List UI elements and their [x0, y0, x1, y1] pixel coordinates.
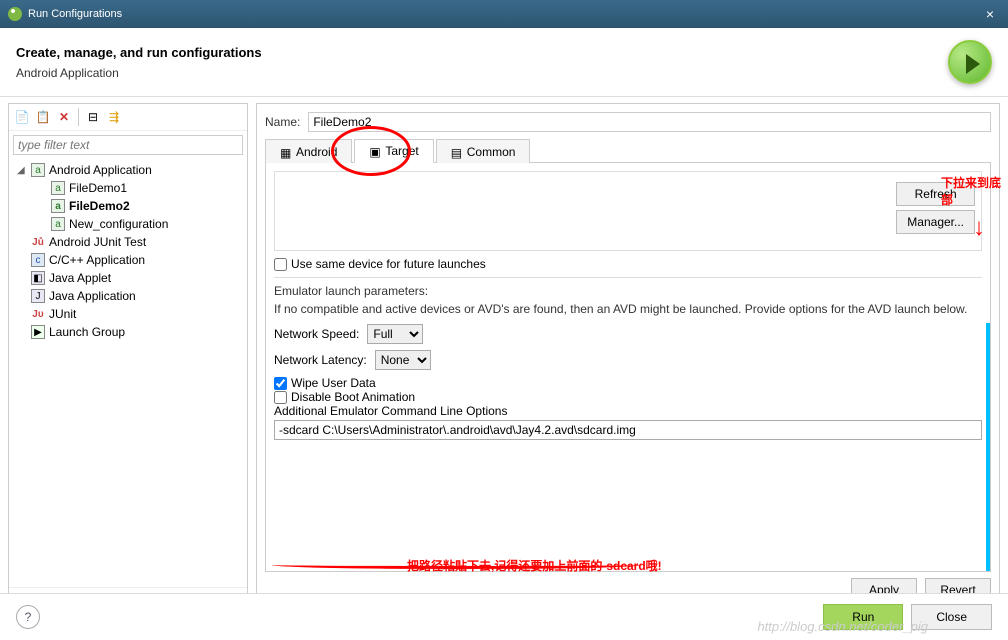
- tree-item-junit[interactable]: JυJUnit: [11, 305, 245, 323]
- network-latency-label: Network Latency:: [274, 353, 367, 367]
- android-icon: ▦: [280, 146, 292, 158]
- tree-label: Android JUnit Test: [49, 235, 146, 249]
- tree-label: Android Application: [49, 163, 152, 177]
- refresh-button[interactable]: Refresh: [896, 182, 975, 206]
- tree-label: New_configuration: [69, 217, 168, 231]
- tab-label: Target: [385, 144, 418, 158]
- use-same-device-checkbox[interactable]: [274, 258, 287, 271]
- target-icon: ▣: [369, 145, 381, 157]
- duplicate-icon[interactable]: 📋: [34, 108, 52, 126]
- tree-item-filedemo2[interactable]: aFileDemo2: [11, 197, 245, 215]
- tab-common[interactable]: ▤ Common: [436, 139, 531, 163]
- wipe-user-data-checkbox[interactable]: [274, 377, 287, 390]
- close-icon[interactable]: ×: [980, 6, 1000, 22]
- header-title: Create, manage, and run configurations: [16, 45, 262, 60]
- tree-item-filedemo1[interactable]: aFileDemo1: [11, 179, 245, 197]
- content-panel: Name: ▦ Android ▣ Target ▤ Common Refresh M…: [256, 103, 1000, 611]
- disable-boot-anim-label: Disable Boot Animation: [291, 390, 415, 404]
- watermark: http://blog.csdn.net/coder_pig: [757, 619, 928, 634]
- annotation-underline: [272, 561, 642, 569]
- tree-item-android-app[interactable]: ◢aAndroid Application: [11, 161, 245, 179]
- new-config-icon[interactable]: 📄: [13, 108, 31, 126]
- tree-item-java-app[interactable]: JJava Application: [11, 287, 245, 305]
- tree-label: FileDemo1: [69, 181, 127, 195]
- filter-icon[interactable]: ⇶: [105, 108, 123, 126]
- network-speed-label: Network Speed:: [274, 327, 359, 341]
- scrollbar-indicator[interactable]: [986, 323, 991, 572]
- emulator-params-title: Emulator launch parameters:: [274, 284, 982, 298]
- tab-target[interactable]: ▣ Target: [354, 139, 433, 163]
- use-same-device-label: Use same device for future launches: [291, 257, 486, 271]
- network-latency-select[interactable]: None: [375, 350, 431, 370]
- cmd-options-label: Additional Emulator Command Line Options: [274, 404, 982, 418]
- dialog-header: Create, manage, and run configurations A…: [0, 28, 1008, 97]
- tree-item-new-config[interactable]: aNew_configuration: [11, 215, 245, 233]
- delete-icon[interactable]: ✕: [55, 108, 73, 126]
- tab-label: Common: [467, 145, 516, 159]
- tree-item-cpp-app[interactable]: cC/C++ Application: [11, 251, 245, 269]
- run-icon-large: [948, 40, 992, 84]
- config-name-input[interactable]: [308, 112, 991, 132]
- help-button[interactable]: ?: [16, 605, 40, 629]
- titlebar: Run Configurations ×: [0, 0, 1008, 28]
- tab-label: Android: [296, 145, 337, 159]
- filter-input[interactable]: [13, 135, 243, 155]
- sidebar: 📄 📋 ✕ ⊟ ⇶ ◢aAndroid Application aFileDem…: [8, 103, 248, 611]
- common-icon: ▤: [451, 146, 463, 158]
- window-title: Run Configurations: [28, 8, 980, 20]
- tree-label: Java Applet: [49, 271, 111, 285]
- tree-label: JUnit: [49, 307, 76, 321]
- name-label: Name:: [265, 115, 300, 129]
- tree-label: Launch Group: [49, 325, 125, 339]
- tree-label: C/C++ Application: [49, 253, 145, 267]
- tree-item-android-junit[interactable]: JůAndroid JUnit Test: [11, 233, 245, 251]
- tab-bar: ▦ Android ▣ Target ▤ Common: [265, 138, 991, 163]
- tree-item-launch-group[interactable]: ▶Launch Group: [11, 323, 245, 341]
- manager-button[interactable]: Manager...: [896, 210, 975, 234]
- emulator-params-desc: If no compatible and active devices or A…: [274, 302, 982, 316]
- tree-label: Java Application: [49, 289, 136, 303]
- config-tree: ◢aAndroid Application aFileDemo1 aFileDe…: [9, 159, 247, 587]
- app-icon: [8, 7, 22, 21]
- header-subtitle: Android Application: [16, 66, 262, 80]
- tree-label: FileDemo2: [69, 199, 130, 213]
- cmd-options-input[interactable]: [274, 420, 982, 440]
- network-speed-select[interactable]: Full: [367, 324, 423, 344]
- tab-android[interactable]: ▦ Android: [265, 139, 352, 163]
- devices-table: Refresh Manager...: [274, 171, 982, 251]
- wipe-user-data-label: Wipe User Data: [291, 376, 376, 390]
- collapse-all-icon[interactable]: ⊟: [84, 108, 102, 126]
- sidebar-toolbar: 📄 📋 ✕ ⊟ ⇶: [9, 104, 247, 131]
- tree-item-java-applet[interactable]: ◧Java Applet: [11, 269, 245, 287]
- disable-boot-anim-checkbox[interactable]: [274, 391, 287, 404]
- target-tab-content: Refresh Manager... Use same device for f…: [265, 163, 991, 572]
